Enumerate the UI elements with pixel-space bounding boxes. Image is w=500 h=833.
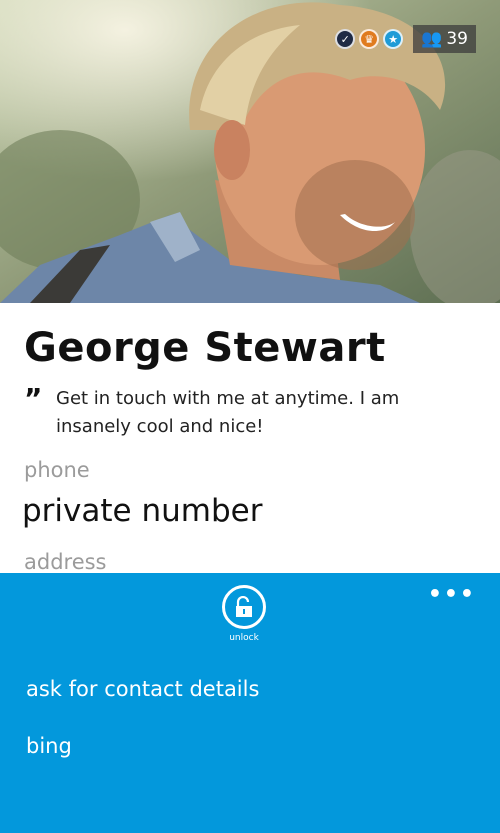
quote-icon: ” [24, 382, 43, 415]
star-icon: ★ [383, 29, 404, 49]
phone-value: private number [22, 493, 263, 529]
contact-name: George Stewart [24, 325, 386, 371]
friends-count-badge[interactable]: 👥 39 [413, 25, 476, 53]
address-label: address [24, 550, 107, 574]
unlock-label: unlock [229, 633, 259, 643]
status-badges: ✓ ♛ ★ 👥 39 [335, 25, 476, 53]
mood-message: Get in touch with me at anytime. I am in… [56, 388, 400, 437]
profile-details: George Stewart ” Get in touch with me at… [0, 303, 500, 574]
more-options-icon[interactable]: ••• [428, 584, 476, 606]
friends-count: 39 [446, 29, 468, 49]
unlock-icon [222, 585, 266, 629]
unlock-button[interactable]: unlock [218, 585, 270, 643]
app-bar: ••• unlock ask for contact details bing [0, 573, 500, 833]
people-icon: 👥 [421, 29, 443, 49]
bing-item[interactable]: bing [26, 734, 72, 758]
profile-photo: ✓ ♛ ★ 👥 39 [0, 0, 500, 303]
phone-label: phone [24, 458, 90, 482]
ask-contact-details-item[interactable]: ask for contact details [26, 677, 259, 701]
verified-icon: ✓ [335, 29, 356, 49]
crown-icon: ♛ [359, 29, 380, 49]
